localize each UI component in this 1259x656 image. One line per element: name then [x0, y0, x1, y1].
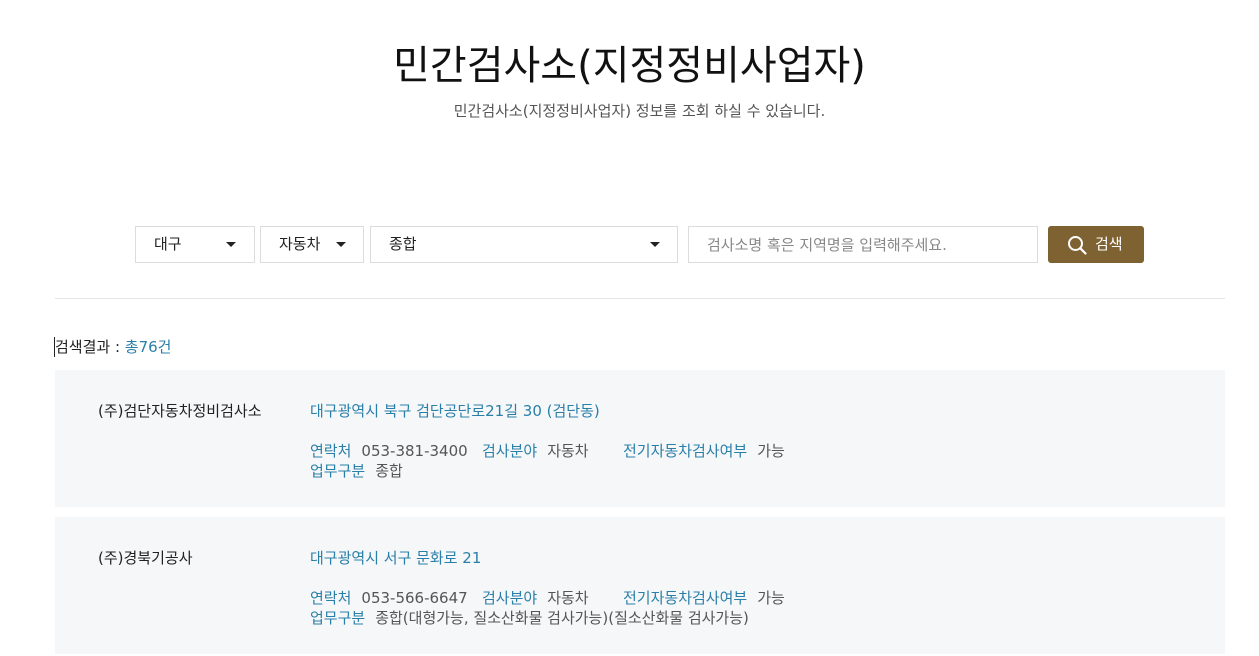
vehicle-type-select[interactable]: 자동차	[260, 226, 364, 263]
text-cursor	[54, 337, 55, 357]
divider	[55, 298, 1225, 299]
region-select[interactable]: 대구	[135, 226, 255, 263]
inspection-field-value: 자동차	[547, 589, 589, 607]
ev-field: 전기자동차검사여부 가능	[623, 588, 785, 608]
inspection-field: 검사분야 자동차	[482, 441, 589, 461]
page-subtitle: 민간검사소(지정정비사업자) 정보를 조회 하실 수 있습니다.	[453, 102, 826, 120]
station-name: (주)검단자동차정비검사소	[98, 402, 262, 420]
chevron-down-icon	[650, 242, 660, 247]
vehicle-type-select-value: 자동차	[279, 235, 321, 253]
business-label: 업무구분	[310, 609, 366, 627]
ev-label: 전기자동차검사여부	[623, 442, 748, 460]
ev-value: 가능	[757, 442, 785, 460]
business-label: 업무구분	[310, 462, 366, 480]
page: 민간검사소(지정정비사업자) 민간검사소(지정정비사업자) 정보를 조회 하실 …	[0, 0, 1259, 656]
business-field: 업무구분 종합	[310, 461, 403, 481]
list-item[interactable]: (주)경북기공사 대구광역시 서구 문화로 21 연락처 053-566-6647…	[55, 517, 1225, 654]
search-input[interactable]	[688, 226, 1038, 263]
search-button-label: 검색	[1095, 235, 1123, 253]
result-count: 총76건	[124, 338, 172, 356]
business-value: 종합(대형가능, 질소산화물 검사가능)(질소산화물 검사가능)	[375, 609, 749, 627]
contact-label: 연락처	[310, 589, 352, 607]
chevron-down-icon	[226, 242, 236, 247]
contact-field: 연락처 053-566-6647	[310, 588, 468, 608]
contact-value: 053-381-3400	[361, 442, 468, 460]
station-address[interactable]: 대구광역시 북구 검단공단로21길 30 (검단동)	[310, 401, 600, 421]
station-address[interactable]: 대구광역시 서구 문화로 21	[310, 548, 481, 568]
contact-value: 053-566-6647	[361, 589, 468, 607]
chevron-down-icon	[336, 242, 346, 247]
ev-label: 전기자동차검사여부	[623, 589, 748, 607]
contact-field: 연락처 053-381-3400	[310, 441, 468, 461]
result-summary: 검색결과 : 총76건	[54, 337, 172, 357]
search-icon	[1068, 236, 1087, 255]
search-button[interactable]: 검색	[1048, 226, 1144, 263]
result-summary-label: 검색결과 :	[55, 338, 125, 356]
contact-label: 연락처	[310, 442, 352, 460]
list-item[interactable]: (주)검단자동차정비검사소 대구광역시 북구 검단공단로21길 30 (검단동)…	[55, 370, 1225, 507]
region-select-value: 대구	[154, 235, 182, 253]
inspection-field-label: 검사분야	[482, 589, 538, 607]
inspection-field-label: 검사분야	[482, 442, 538, 460]
page-title: 민간검사소(지정정비사업자)	[393, 43, 866, 89]
business-value: 종합	[375, 462, 403, 480]
business-type-select[interactable]: 종합	[370, 226, 678, 263]
station-name: (주)경북기공사	[98, 549, 193, 567]
inspection-field-value: 자동차	[547, 442, 589, 460]
ev-field: 전기자동차검사여부 가능	[623, 441, 785, 461]
ev-value: 가능	[757, 589, 785, 607]
inspection-field: 검사분야 자동차	[482, 588, 589, 608]
business-type-select-value: 종합	[389, 235, 417, 253]
business-field: 업무구분 종합(대형가능, 질소산화물 검사가능)(질소산화물 검사가능)	[310, 608, 749, 628]
